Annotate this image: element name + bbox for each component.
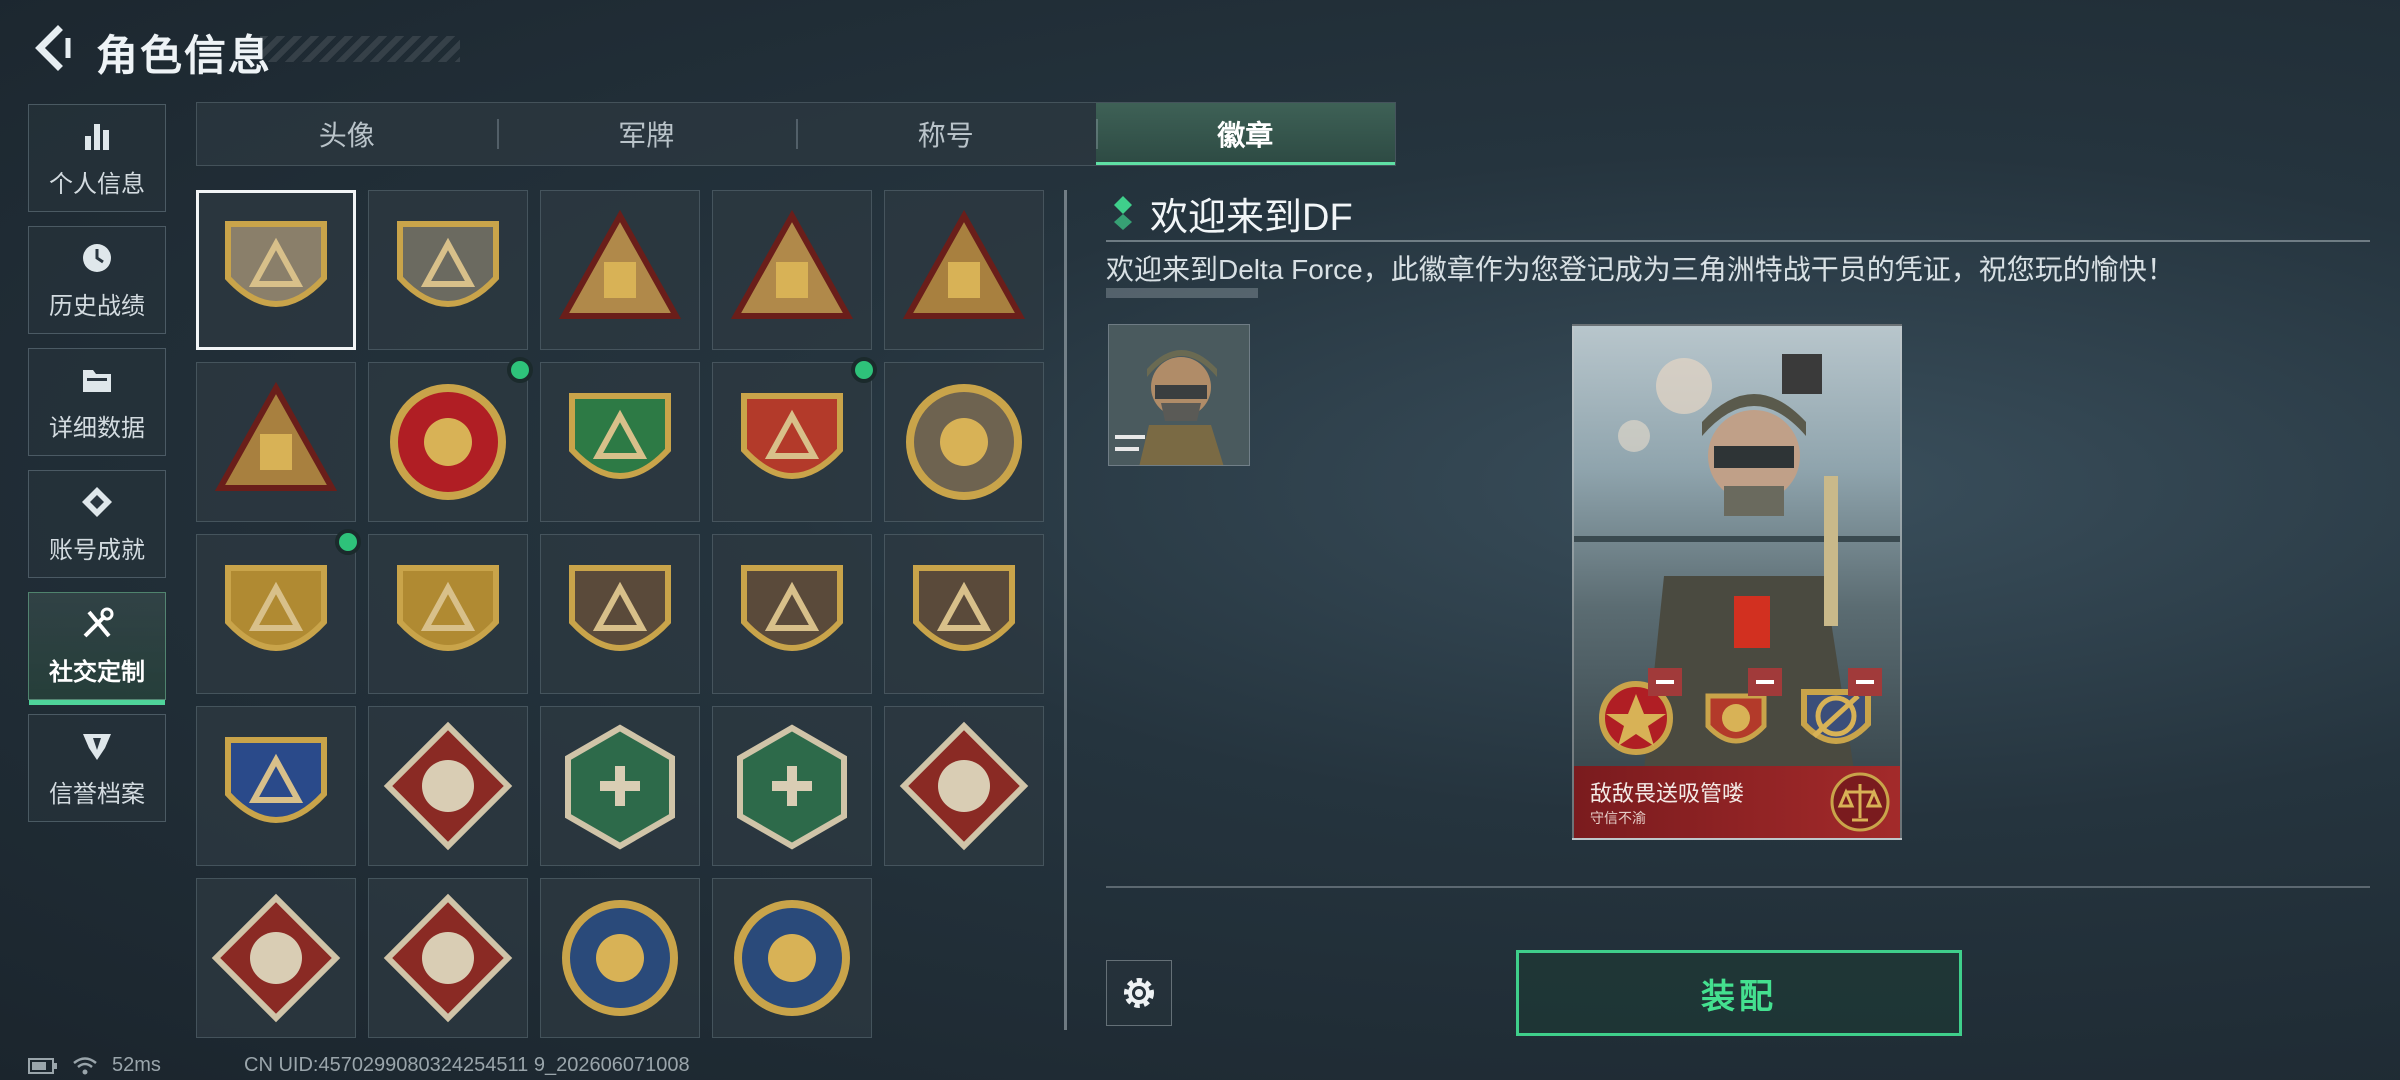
panel-divider bbox=[1064, 190, 1067, 1030]
nav-item-achievements[interactable]: 账号成就 bbox=[28, 470, 166, 578]
badge-item-hornet[interactable] bbox=[540, 706, 700, 866]
badge-item-tower[interactable] bbox=[540, 190, 700, 350]
badge-item-runner[interactable] bbox=[368, 878, 528, 1038]
equip-button[interactable]: 装配 bbox=[1516, 950, 1962, 1036]
nav-label: 信誉档案 bbox=[49, 780, 145, 808]
back-button[interactable] bbox=[28, 24, 76, 72]
badge-item-pistol[interactable] bbox=[884, 534, 1044, 694]
player-title: 守信不渝 bbox=[1590, 810, 1646, 826]
nav-label: 社交定制 bbox=[49, 658, 145, 686]
avatar bbox=[1108, 324, 1250, 466]
uid-text: CN UID:4570299080324254511 9_20260607100… bbox=[244, 1054, 690, 1076]
new-indicator-dot bbox=[851, 357, 877, 383]
title-marker-icon bbox=[1114, 196, 1132, 230]
badge-item-cloud[interactable] bbox=[712, 190, 872, 350]
profile-card-preview: 敌敌畏送吸管喽 守信不渝 bbox=[1572, 324, 1902, 840]
tab-avatar[interactable]: 头像 bbox=[197, 103, 497, 165]
obtained-date-bar bbox=[1106, 288, 1258, 298]
badge-item-sniper-gold-1[interactable] bbox=[196, 529, 361, 694]
nav-item-detailed-data[interactable]: 详细数据 bbox=[28, 348, 166, 456]
shield-icon bbox=[83, 733, 111, 760]
nav-label: 个人信息 bbox=[49, 170, 145, 198]
player-name: 敌敌畏送吸管喽 bbox=[1590, 781, 1745, 806]
nav-item-social-custom[interactable]: 社交定制 bbox=[28, 592, 166, 705]
achievement-icon bbox=[82, 486, 112, 517]
badge-item-sniper-gold-2[interactable] bbox=[368, 534, 528, 694]
badge-item-blue-crosshair[interactable] bbox=[196, 706, 356, 866]
status-bar: 52ms bbox=[28, 1054, 161, 1077]
detail-divider bbox=[1106, 240, 2370, 242]
gear-icon bbox=[1124, 978, 1154, 1008]
remove-badge-button[interactable] bbox=[1848, 668, 1882, 696]
remove-badge-button[interactable] bbox=[1748, 668, 1782, 696]
title-decoration bbox=[260, 36, 460, 62]
ping-value: 52ms bbox=[112, 1054, 161, 1076]
page-title: 角色信息 bbox=[96, 32, 273, 79]
badge-item-green-shield[interactable] bbox=[540, 362, 700, 522]
badge-item-helicopter[interactable] bbox=[368, 190, 528, 350]
badge-item-rifle[interactable] bbox=[712, 534, 872, 694]
wifi-icon bbox=[73, 1056, 97, 1074]
clock-icon bbox=[83, 243, 111, 272]
badge-item-laurel-shield[interactable] bbox=[712, 357, 877, 522]
nav-label: 详细数据 bbox=[49, 414, 145, 442]
nav-item-reputation[interactable]: 信誉档案 bbox=[28, 714, 166, 822]
badge-item-shotgun[interactable] bbox=[540, 534, 700, 694]
badge-item-lynx-2[interactable] bbox=[712, 878, 872, 1038]
settings-button[interactable] bbox=[1106, 960, 1172, 1026]
chevron-left-icon bbox=[35, 25, 71, 71]
badge-item-dragon-1[interactable] bbox=[884, 706, 1044, 866]
remove-badge-button[interactable] bbox=[1648, 668, 1682, 696]
badge-item-lynx-1[interactable] bbox=[540, 878, 700, 1038]
badge-grid bbox=[196, 190, 1048, 1038]
nav-item-personal-info[interactable]: 个人信息 bbox=[28, 104, 166, 212]
badge-slot-1[interactable] bbox=[1588, 666, 1684, 762]
badge-item-wolf[interactable] bbox=[368, 706, 528, 866]
battery-icon bbox=[28, 1057, 57, 1074]
badge-slot-3[interactable] bbox=[1788, 666, 1884, 762]
folder-icon bbox=[83, 369, 111, 392]
badge-item-skull-wings[interactable] bbox=[884, 362, 1044, 522]
nav-label: 账号成就 bbox=[49, 536, 145, 564]
badge-item-star-circle[interactable] bbox=[368, 357, 533, 522]
nav-item-history[interactable]: 历史战绩 bbox=[28, 226, 166, 334]
card-nameplate: 敌敌畏送吸管喽 守信不渝 bbox=[1574, 766, 1900, 838]
bottom-divider bbox=[1106, 886, 2370, 888]
badge-item-number-one[interactable] bbox=[884, 190, 1044, 350]
tab-badge[interactable]: 徽章 bbox=[1095, 103, 1395, 165]
badge-item-welcome-df[interactable] bbox=[196, 190, 356, 350]
new-indicator-dot bbox=[335, 529, 361, 555]
tab-dogtag[interactable]: 军牌 bbox=[496, 103, 797, 165]
badge-item-soldiers[interactable] bbox=[196, 362, 356, 522]
justice-scale-icon bbox=[1830, 772, 1890, 832]
badge-name: 欢迎来到DF bbox=[1150, 197, 1353, 239]
badge-item-medic-gun[interactable] bbox=[712, 706, 872, 866]
tools-icon bbox=[83, 607, 114, 637]
badge-slot-2[interactable] bbox=[1688, 666, 1784, 762]
new-indicator-dot bbox=[507, 357, 533, 383]
bar-chart-icon bbox=[85, 123, 109, 150]
badge-description: 欢迎来到Delta Force，此徽章作为您登记成为三角洲特战干员的凭证，祝您玩… bbox=[1106, 254, 2175, 285]
category-tabs: 头像 军牌 称号 徽章 bbox=[196, 102, 1396, 166]
tab-title[interactable]: 称号 bbox=[796, 103, 1096, 165]
nav-label: 历史战绩 bbox=[49, 292, 145, 320]
badge-item-dragon-2[interactable] bbox=[196, 878, 356, 1038]
